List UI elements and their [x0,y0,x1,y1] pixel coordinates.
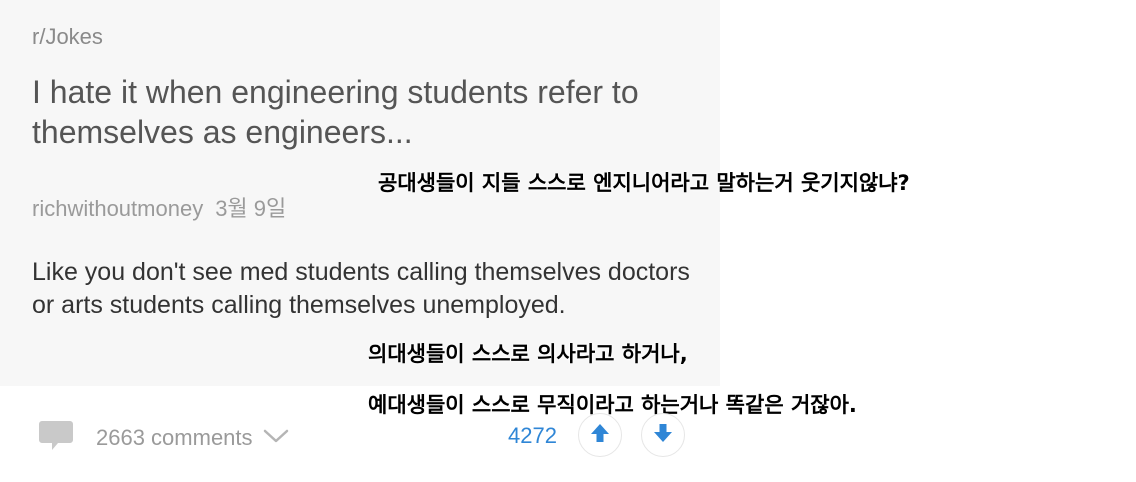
upvote-button[interactable] [578,413,622,457]
comments-count: 2663 comments [96,425,253,450]
subreddit-link[interactable]: r/Jokes [32,24,103,50]
vote-score: 4272 [508,423,557,448]
subtitle-line-2: 의대생들이 스스로 의사라고 하거나, [368,342,688,366]
subtitle-line-3: 예대생들이 스스로 무직이라고 하는거나 똑같은 거잖아. [368,393,857,417]
chevron-down-icon[interactable] [263,428,289,448]
comment-bubble-icon [38,419,74,457]
arrow-up-icon [589,422,611,448]
subtitle-line-1: 공대생들이 지들 스스로 엔지니어라고 말하는거 웃기지않냐? [378,171,910,195]
post-date: 3월 9일 [215,196,287,221]
post-body: Like you don't see med students calling … [32,258,690,319]
comments-button[interactable]: 2663 comments [38,420,289,456]
arrow-down-icon [652,422,674,448]
post-title[interactable]: I hate it when engineering students refe… [32,72,712,152]
author-link[interactable]: richwithoutmoney [32,196,203,221]
downvote-button[interactable] [641,413,685,457]
post-meta: richwithoutmoney 3월 9일 [32,191,286,223]
